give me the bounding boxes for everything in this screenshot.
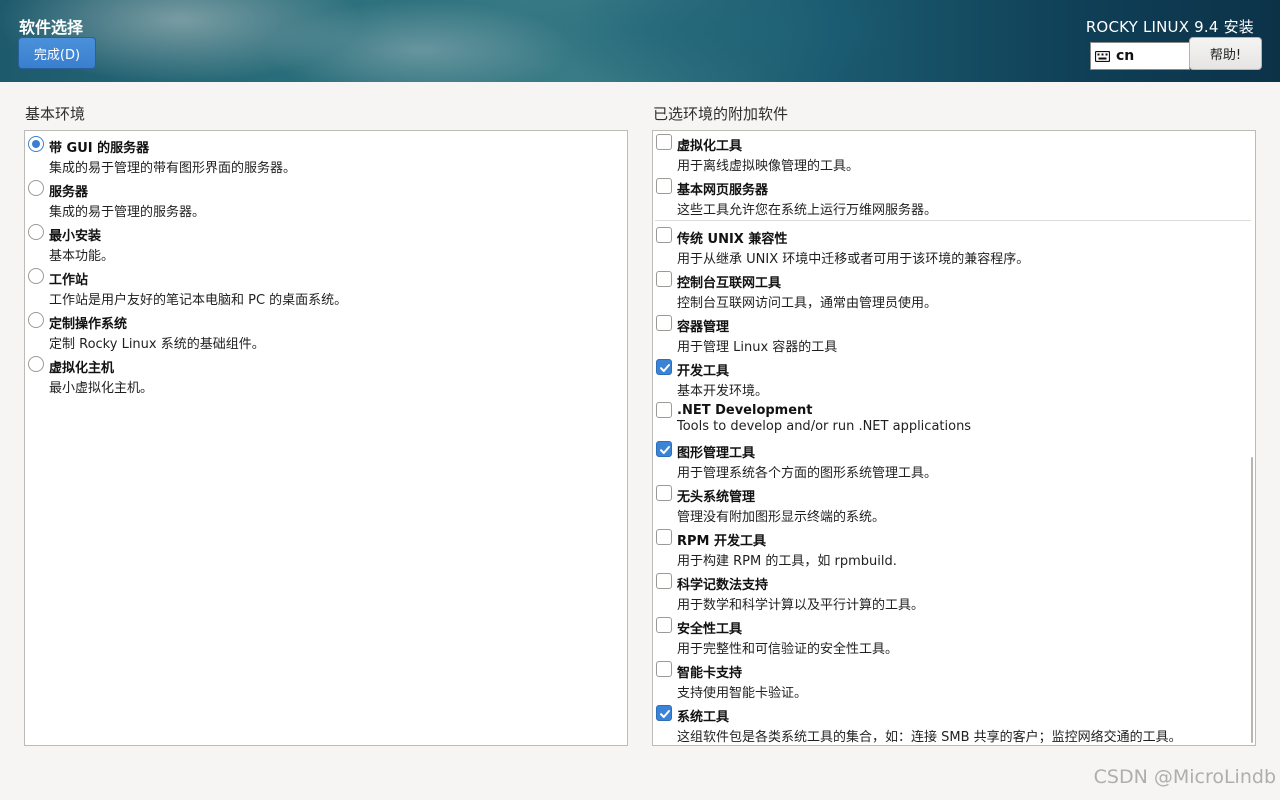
checkbox[interactable] xyxy=(656,485,672,501)
environment-option[interactable]: 服务器集成的易于管理的服务器。 xyxy=(25,177,627,221)
addon-description: 管理没有附加图形显示终端的系统。 xyxy=(677,510,886,525)
environment-title: 虚拟化主机 xyxy=(49,361,115,376)
environment-description: 集成的易于管理的服务器。 xyxy=(49,205,206,220)
addon-option[interactable]: 控制台互联网工具控制台互联网访问工具，通常由管理员使用。 xyxy=(653,268,1255,312)
checkbox[interactable] xyxy=(656,441,672,457)
addon-description: 用于管理系统各个方面的图形系统管理工具。 xyxy=(677,466,938,481)
checkbox[interactable] xyxy=(656,315,672,331)
keyboard-layout-indicator[interactable]: cn xyxy=(1090,42,1190,70)
addon-title: 图形管理工具 xyxy=(677,446,756,461)
addon-description: 用于构建 RPM 的工具，如 rpmbuild. xyxy=(677,554,897,569)
addon-description: 支持使用智能卡验证。 xyxy=(677,686,808,701)
addon-title: RPM 开发工具 xyxy=(677,534,767,549)
addon-title: 基本网页服务器 xyxy=(677,183,769,198)
environment-option[interactable]: 最小安装 基本功能。 xyxy=(25,221,627,265)
addon-title: 容器管理 xyxy=(677,320,730,335)
addon-title: 智能卡支持 xyxy=(677,666,743,681)
environment-option[interactable]: 虚拟化主机最小虚拟化主机。 xyxy=(25,353,627,397)
addon-title: 无头系统管理 xyxy=(677,490,756,505)
radio-button[interactable] xyxy=(28,312,44,328)
keyboard-icon xyxy=(1095,50,1110,62)
environment-description: 最小虚拟化主机。 xyxy=(49,381,154,396)
addon-title: 安全性工具 xyxy=(677,622,743,637)
keyboard-layout-label: cn xyxy=(1116,48,1135,64)
addon-option[interactable]: .NET Development Tools to develop and/or … xyxy=(653,399,1255,443)
environment-title: 带 GUI 的服务器 xyxy=(49,141,150,156)
addon-option[interactable]: 安全性工具用于完整性和可信验证的安全性工具。 xyxy=(653,614,1255,658)
addon-title: 科学记数法支持 xyxy=(677,578,769,593)
environment-option[interactable]: 定制操作系统定制 Rocky Linux 系统的基础组件。 xyxy=(25,309,627,353)
addon-separator xyxy=(655,220,1251,221)
addon-description: 用于离线虚拟映像管理的工具。 xyxy=(677,159,860,174)
addon-option[interactable]: 传统 UNIX 兼容性用于从继承 UNIX 环境中迁移或者可用于该环境的兼容程序… xyxy=(653,224,1255,268)
environment-title: 定制操作系统 xyxy=(49,317,128,332)
addon-description: 用于数学和科学计算以及平行计算的工具。 xyxy=(677,598,925,613)
environment-title: 最小安装 xyxy=(49,229,102,244)
checkbox[interactable] xyxy=(656,529,672,545)
checkbox[interactable] xyxy=(656,617,672,633)
header-bar: 软件选择 完成(D) ROCKY LINUX 9.4 安装 cn 帮助! xyxy=(0,0,1280,82)
radio-button[interactable] xyxy=(28,224,44,240)
addon-option[interactable]: 智能卡支持支持使用智能卡验证。 xyxy=(653,658,1255,702)
radio-button[interactable] xyxy=(28,356,44,372)
environment-description: 基本功能。 xyxy=(49,249,115,264)
checkbox[interactable] xyxy=(656,359,672,375)
radio-button[interactable] xyxy=(28,268,44,284)
addon-title: .NET Development xyxy=(677,403,813,418)
addon-option[interactable]: 虚拟化工具用于离线虚拟映像管理的工具。 xyxy=(653,131,1255,175)
environment-title: 工作站 xyxy=(49,273,89,288)
addon-description: Tools to develop and/or run .NET applica… xyxy=(677,419,972,434)
environment-option[interactable]: 带 GUI 的服务器集成的易于管理的带有图形界面的服务器。 xyxy=(25,133,627,177)
addon-description: 用于管理 Linux 容器的工具 xyxy=(677,340,838,355)
addon-option[interactable]: 系统工具这组软件包是各类系统工具的集合，如：连接 SMB 共享的客户；监控网络交… xyxy=(653,702,1255,745)
addon-title: 开发工具 xyxy=(677,364,730,379)
product-title: ROCKY LINUX 9.4 安装 xyxy=(1085,18,1254,36)
environment-title: 服务器 xyxy=(49,185,89,200)
addon-title: 传统 UNIX 兼容性 xyxy=(677,232,788,247)
environment-description: 工作站是用户友好的笔记本电脑和 PC 的桌面系统。 xyxy=(49,293,348,308)
help-button[interactable]: 帮助! xyxy=(1189,37,1262,70)
addon-option[interactable]: 科学记数法支持用于数学和科学计算以及平行计算的工具。 xyxy=(653,570,1255,614)
checkbox[interactable] xyxy=(656,271,672,287)
checkbox[interactable] xyxy=(656,705,672,721)
base-environment-list: 带 GUI 的服务器 集成的易于管理的带有图形界面的服务器。 服务器 集成的易于管理的… xyxy=(24,130,628,746)
checkbox[interactable] xyxy=(656,573,672,589)
checkbox[interactable] xyxy=(656,178,672,194)
addon-description: 控制台互联网访问工具，通常由管理员使用。 xyxy=(677,296,938,311)
addon-option[interactable]: RPM 开发工具用于构建 RPM 的工具，如 rpmbuild. xyxy=(653,526,1255,570)
checkbox[interactable] xyxy=(656,134,672,150)
addon-description: 基本开发环境。 xyxy=(677,384,769,399)
checkbox[interactable] xyxy=(656,227,672,243)
addon-option[interactable]: 容器管理用于管理 Linux 容器的工具 xyxy=(653,312,1255,356)
page-title: 软件选择 xyxy=(19,18,84,37)
addons-list: 虚拟化工具用于离线虚拟映像管理的工具。 基本网页服务器这些工具允许您在系统上运行万… xyxy=(652,130,1256,746)
environment-description: 集成的易于管理的带有图形界面的服务器。 xyxy=(49,161,297,176)
environment-option[interactable]: 工作站工作站是用户友好的笔记本电脑和 PC 的桌面系统。 xyxy=(25,265,627,309)
checkbox[interactable] xyxy=(656,402,672,418)
addon-description: 这些工具允许您在系统上运行万维网服务器。 xyxy=(677,203,938,218)
addon-description: 用于完整性和可信验证的安全性工具。 xyxy=(677,642,899,657)
done-button[interactable]: 完成(D) xyxy=(18,37,96,69)
addon-option[interactable]: 无头系统管理管理没有附加图形显示终端的系统。 xyxy=(653,482,1255,526)
addon-title: 虚拟化工具 xyxy=(677,139,743,154)
addon-title: 系统工具 xyxy=(677,710,730,725)
addon-description: 这组软件包是各类系统工具的集合，如：连接 SMB 共享的客户；监控网络交通的工具… xyxy=(677,730,1182,745)
addon-description: 用于从继承 UNIX 环境中迁移或者可用于该环境的兼容程序。 xyxy=(677,252,1030,267)
addon-option[interactable]: 图形管理工具用于管理系统各个方面的图形系统管理工具。 xyxy=(653,438,1255,482)
watermark: CSDN @MicroLindb xyxy=(1093,766,1276,788)
base-environment-label: 基本环境 xyxy=(25,105,86,123)
radio-button[interactable] xyxy=(28,180,44,196)
environment-description: 定制 Rocky Linux 系统的基础组件。 xyxy=(49,337,265,352)
checkbox[interactable] xyxy=(656,661,672,677)
addons-label: 已选环境的附加软件 xyxy=(653,105,789,123)
addon-option[interactable]: 开发工具基本开发环境。 xyxy=(653,356,1255,400)
radio-button[interactable] xyxy=(28,136,44,152)
addon-option[interactable]: 基本网页服务器这些工具允许您在系统上运行万维网服务器。 xyxy=(653,175,1255,219)
addon-title: 控制台互联网工具 xyxy=(677,276,782,291)
